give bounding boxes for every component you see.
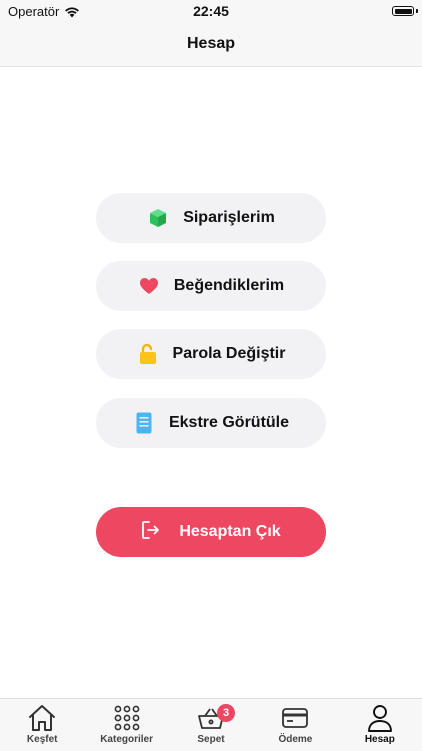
orders-button[interactable]: Siparişlerim [96, 193, 326, 243]
logout-icon [141, 520, 161, 545]
tab-bar: Keşfet Kategoriler 3 Sepet Ödeme Hesap [0, 698, 422, 751]
nav-bar: Hesap [0, 24, 422, 67]
home-icon [27, 703, 57, 733]
unlock-icon [137, 343, 159, 365]
tab-categories[interactable]: Kategoriler [84, 699, 168, 751]
tab-payment[interactable]: Ödeme [253, 699, 337, 751]
favorites-label: Beğendiklerim [173, 277, 285, 294]
logout-button[interactable]: Hesaptan Çık [96, 507, 326, 557]
status-bar: Operatör 22:45 [0, 0, 422, 24]
battery-icon [392, 6, 414, 16]
favorites-button[interactable]: Beğendiklerim [96, 261, 326, 311]
card-icon [281, 703, 309, 733]
tab-account[interactable]: Hesap [338, 699, 422, 751]
orders-label: Siparişlerim [183, 209, 275, 226]
tab-account-label: Hesap [364, 734, 395, 745]
tab-discover[interactable]: Keşfet [0, 699, 84, 751]
green-box-icon [147, 207, 169, 229]
tab-payment-label: Ödeme [278, 734, 313, 745]
person-icon [367, 703, 393, 733]
cart-badge: 3 [217, 704, 236, 722]
battery-cap [416, 9, 418, 13]
grid-icon [114, 703, 140, 733]
tab-discover-label: Keşfet [26, 734, 58, 745]
change-password-button[interactable]: Parola Değiştir [96, 329, 326, 379]
document-icon [133, 412, 155, 434]
heart-icon [138, 275, 160, 297]
tab-categories-label: Kategoriler [100, 734, 153, 745]
page-title: Hesap [186, 35, 236, 52]
statement-button[interactable]: Ekstre Görütüle [96, 398, 326, 448]
tab-cart-label: Sepet [197, 734, 225, 745]
logout-label: Hesaptan Çık [179, 523, 281, 540]
change-password-label: Parola Değiştir [172, 345, 286, 362]
tab-cart[interactable]: 3 Sepet [169, 699, 253, 751]
statement-label: Ekstre Görütüle [168, 414, 290, 431]
clock: 22:45 [193, 3, 229, 19]
